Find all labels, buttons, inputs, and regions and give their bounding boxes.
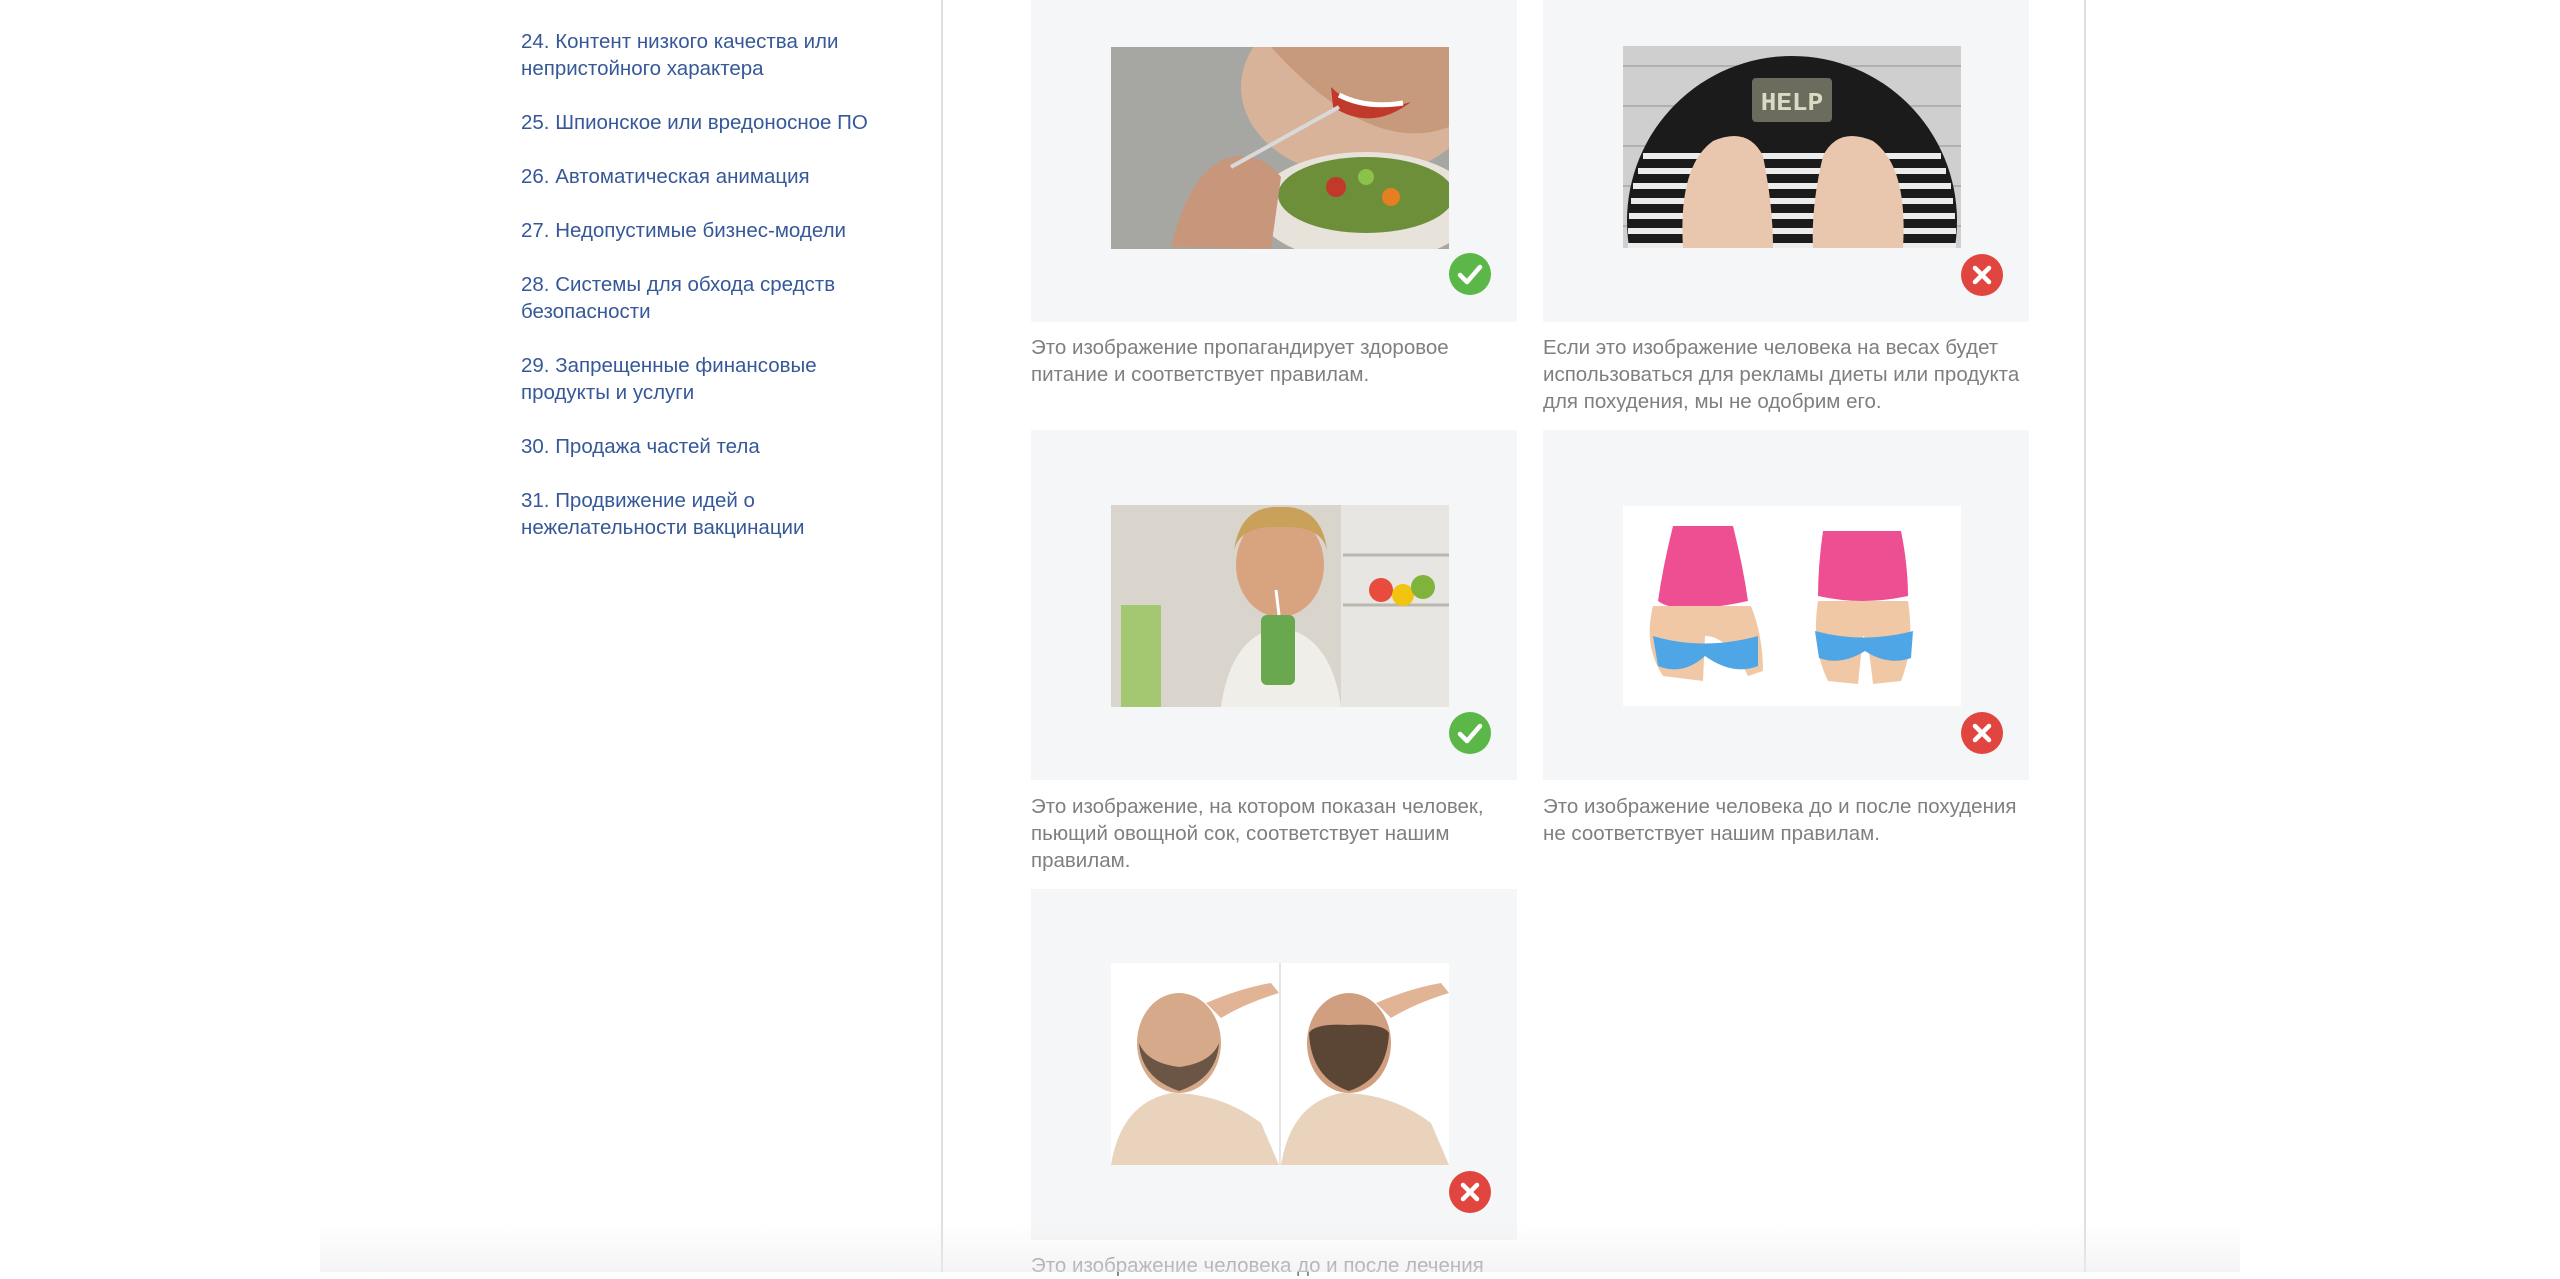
example-card: HELP bbox=[1543, 0, 2029, 322]
sidebar-item-autoplay-animation[interactable]: 26. Автоматическая анимация bbox=[521, 163, 891, 190]
example-card bbox=[1543, 430, 2029, 780]
rejected-badge bbox=[1961, 712, 2003, 754]
sidebar-item-business-models[interactable]: 27. Недопустимые бизнес-модели bbox=[521, 217, 891, 244]
sidebar-item-financial-products[interactable]: 29. Запрещенные финансовые продукты и ус… bbox=[521, 352, 891, 406]
rejected-badge bbox=[1449, 1171, 1491, 1213]
example-image-salad bbox=[1111, 47, 1449, 249]
example-image-juice bbox=[1111, 505, 1449, 707]
content-divider-left bbox=[941, 0, 943, 1272]
example-card bbox=[1031, 0, 1517, 322]
sidebar-item-anti-vaccine[interactable]: 31. Продвижение идей о нежелательности в… bbox=[521, 487, 891, 541]
sidebar-item-body-parts[interactable]: 30. Продажа частей тела bbox=[521, 433, 891, 460]
check-icon bbox=[1449, 253, 1491, 295]
example-caption: Это изображение человека до и после лече… bbox=[1031, 1254, 1484, 1277]
example-caption: Это изображение пропагандирует здоровое … bbox=[1031, 336, 1449, 386]
example-card bbox=[1031, 430, 1517, 780]
example-image-hair-loss bbox=[1111, 963, 1449, 1165]
close-icon bbox=[1961, 712, 2003, 754]
example-caption: Если это изображение человека на весах б… bbox=[1543, 336, 2020, 413]
sidebar-item-circumventing-systems[interactable]: 28. Системы для обхода средств безопасно… bbox=[521, 271, 891, 325]
policy-sidebar: 24. Контент низкого качества или неприст… bbox=[521, 28, 891, 568]
rejected-badge bbox=[1961, 254, 2003, 296]
example-image-weight-loss bbox=[1623, 506, 1961, 706]
example-caption: Это изображение человека до и после поху… bbox=[1543, 795, 2017, 845]
svg-text:HELP: HELP bbox=[1761, 88, 1823, 118]
approved-badge bbox=[1449, 712, 1491, 754]
example-caption: Это изображение, на котором показан чело… bbox=[1031, 795, 1484, 872]
sidebar-item-spyware[interactable]: 25. Шпионское или вредоносное ПО bbox=[521, 109, 891, 136]
example-image-scale: HELP bbox=[1623, 46, 1961, 248]
sidebar-item-low-quality[interactable]: 24. Контент низкого качества или неприст… bbox=[521, 28, 891, 82]
close-icon bbox=[1961, 254, 2003, 296]
close-icon bbox=[1449, 1171, 1491, 1213]
check-icon bbox=[1449, 712, 1491, 754]
content-divider-right bbox=[2084, 0, 2086, 1272]
approved-badge bbox=[1449, 253, 1491, 295]
example-card bbox=[1031, 889, 1517, 1240]
